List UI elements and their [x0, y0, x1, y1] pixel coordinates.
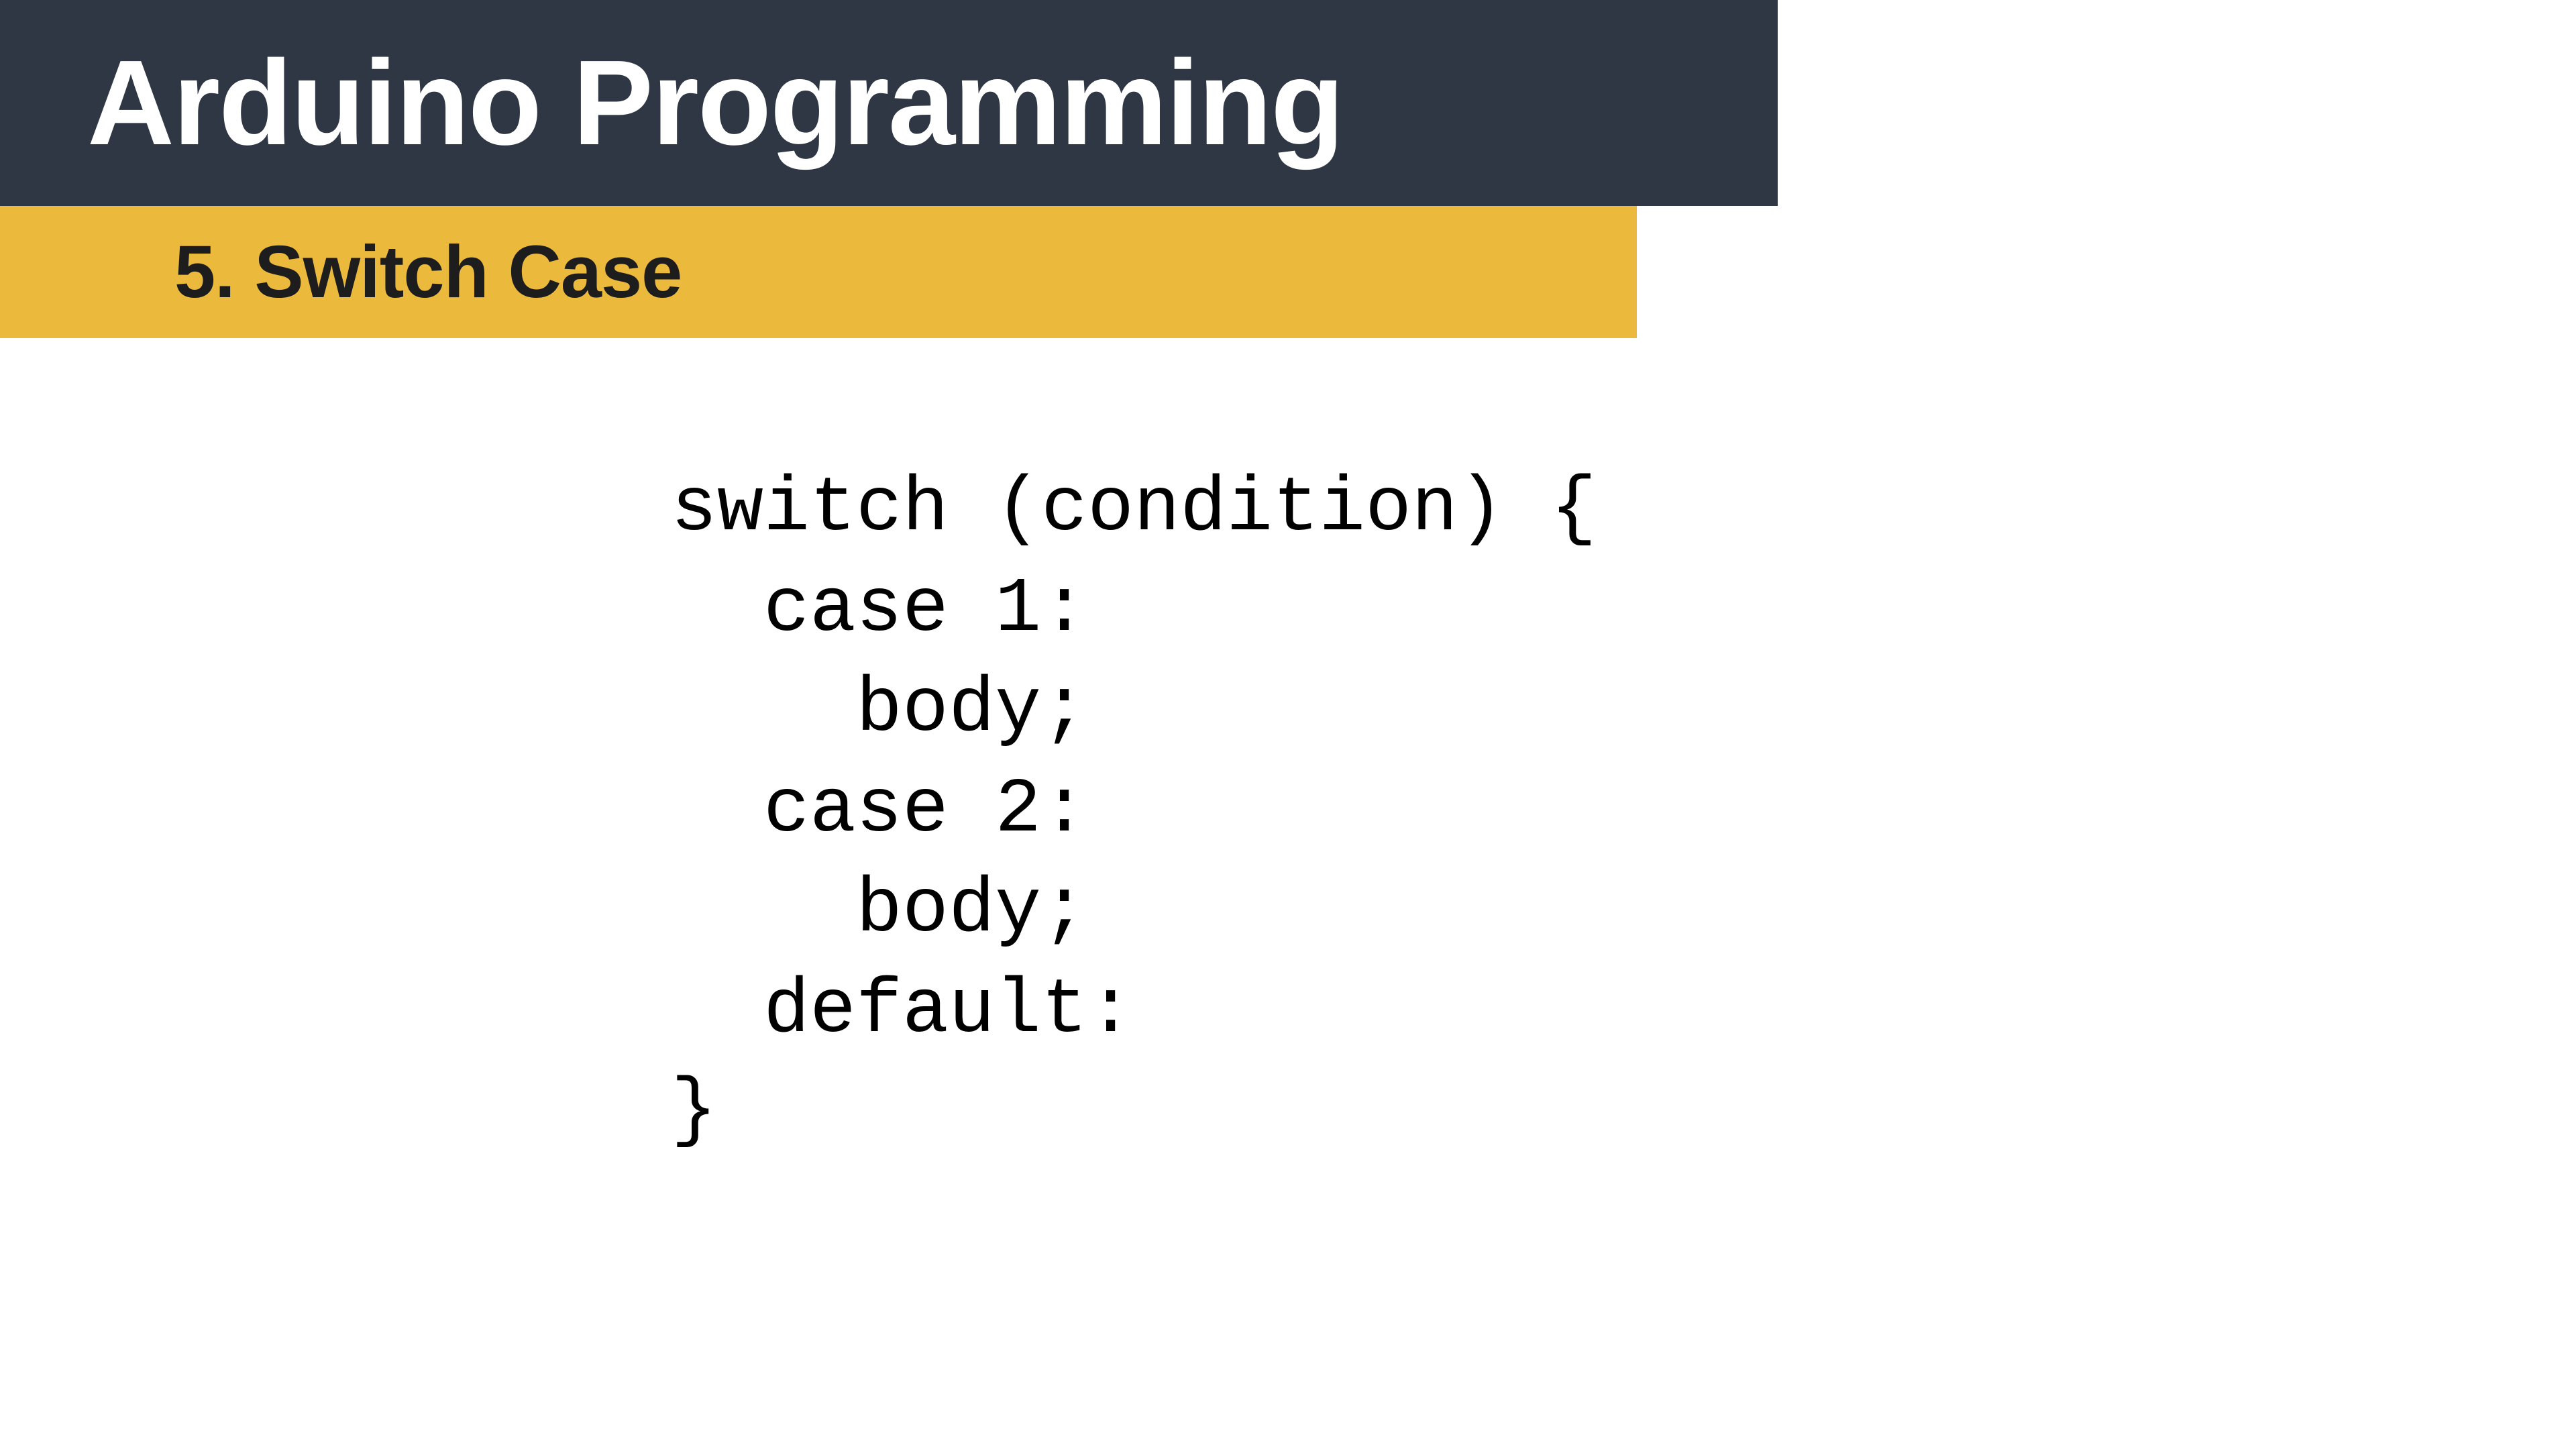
- code-line: case 2:: [671, 766, 1087, 854]
- subtitle-bar: 5. Switch Case: [0, 206, 1637, 338]
- code-line: body;: [671, 665, 1087, 753]
- page-title: Arduino Programming: [87, 34, 1778, 172]
- code-snippet: switch (condition) { case 1: body; case …: [671, 459, 2576, 1161]
- code-line: }: [671, 1067, 717, 1155]
- section-title: 5. Switch Case: [174, 229, 1637, 315]
- code-line: body;: [671, 866, 1087, 954]
- code-line: switch (condition) {: [671, 465, 1597, 553]
- title-bar: Arduino Programming: [0, 0, 1778, 206]
- code-line: default:: [671, 967, 1134, 1055]
- code-line: case 1:: [671, 566, 1087, 653]
